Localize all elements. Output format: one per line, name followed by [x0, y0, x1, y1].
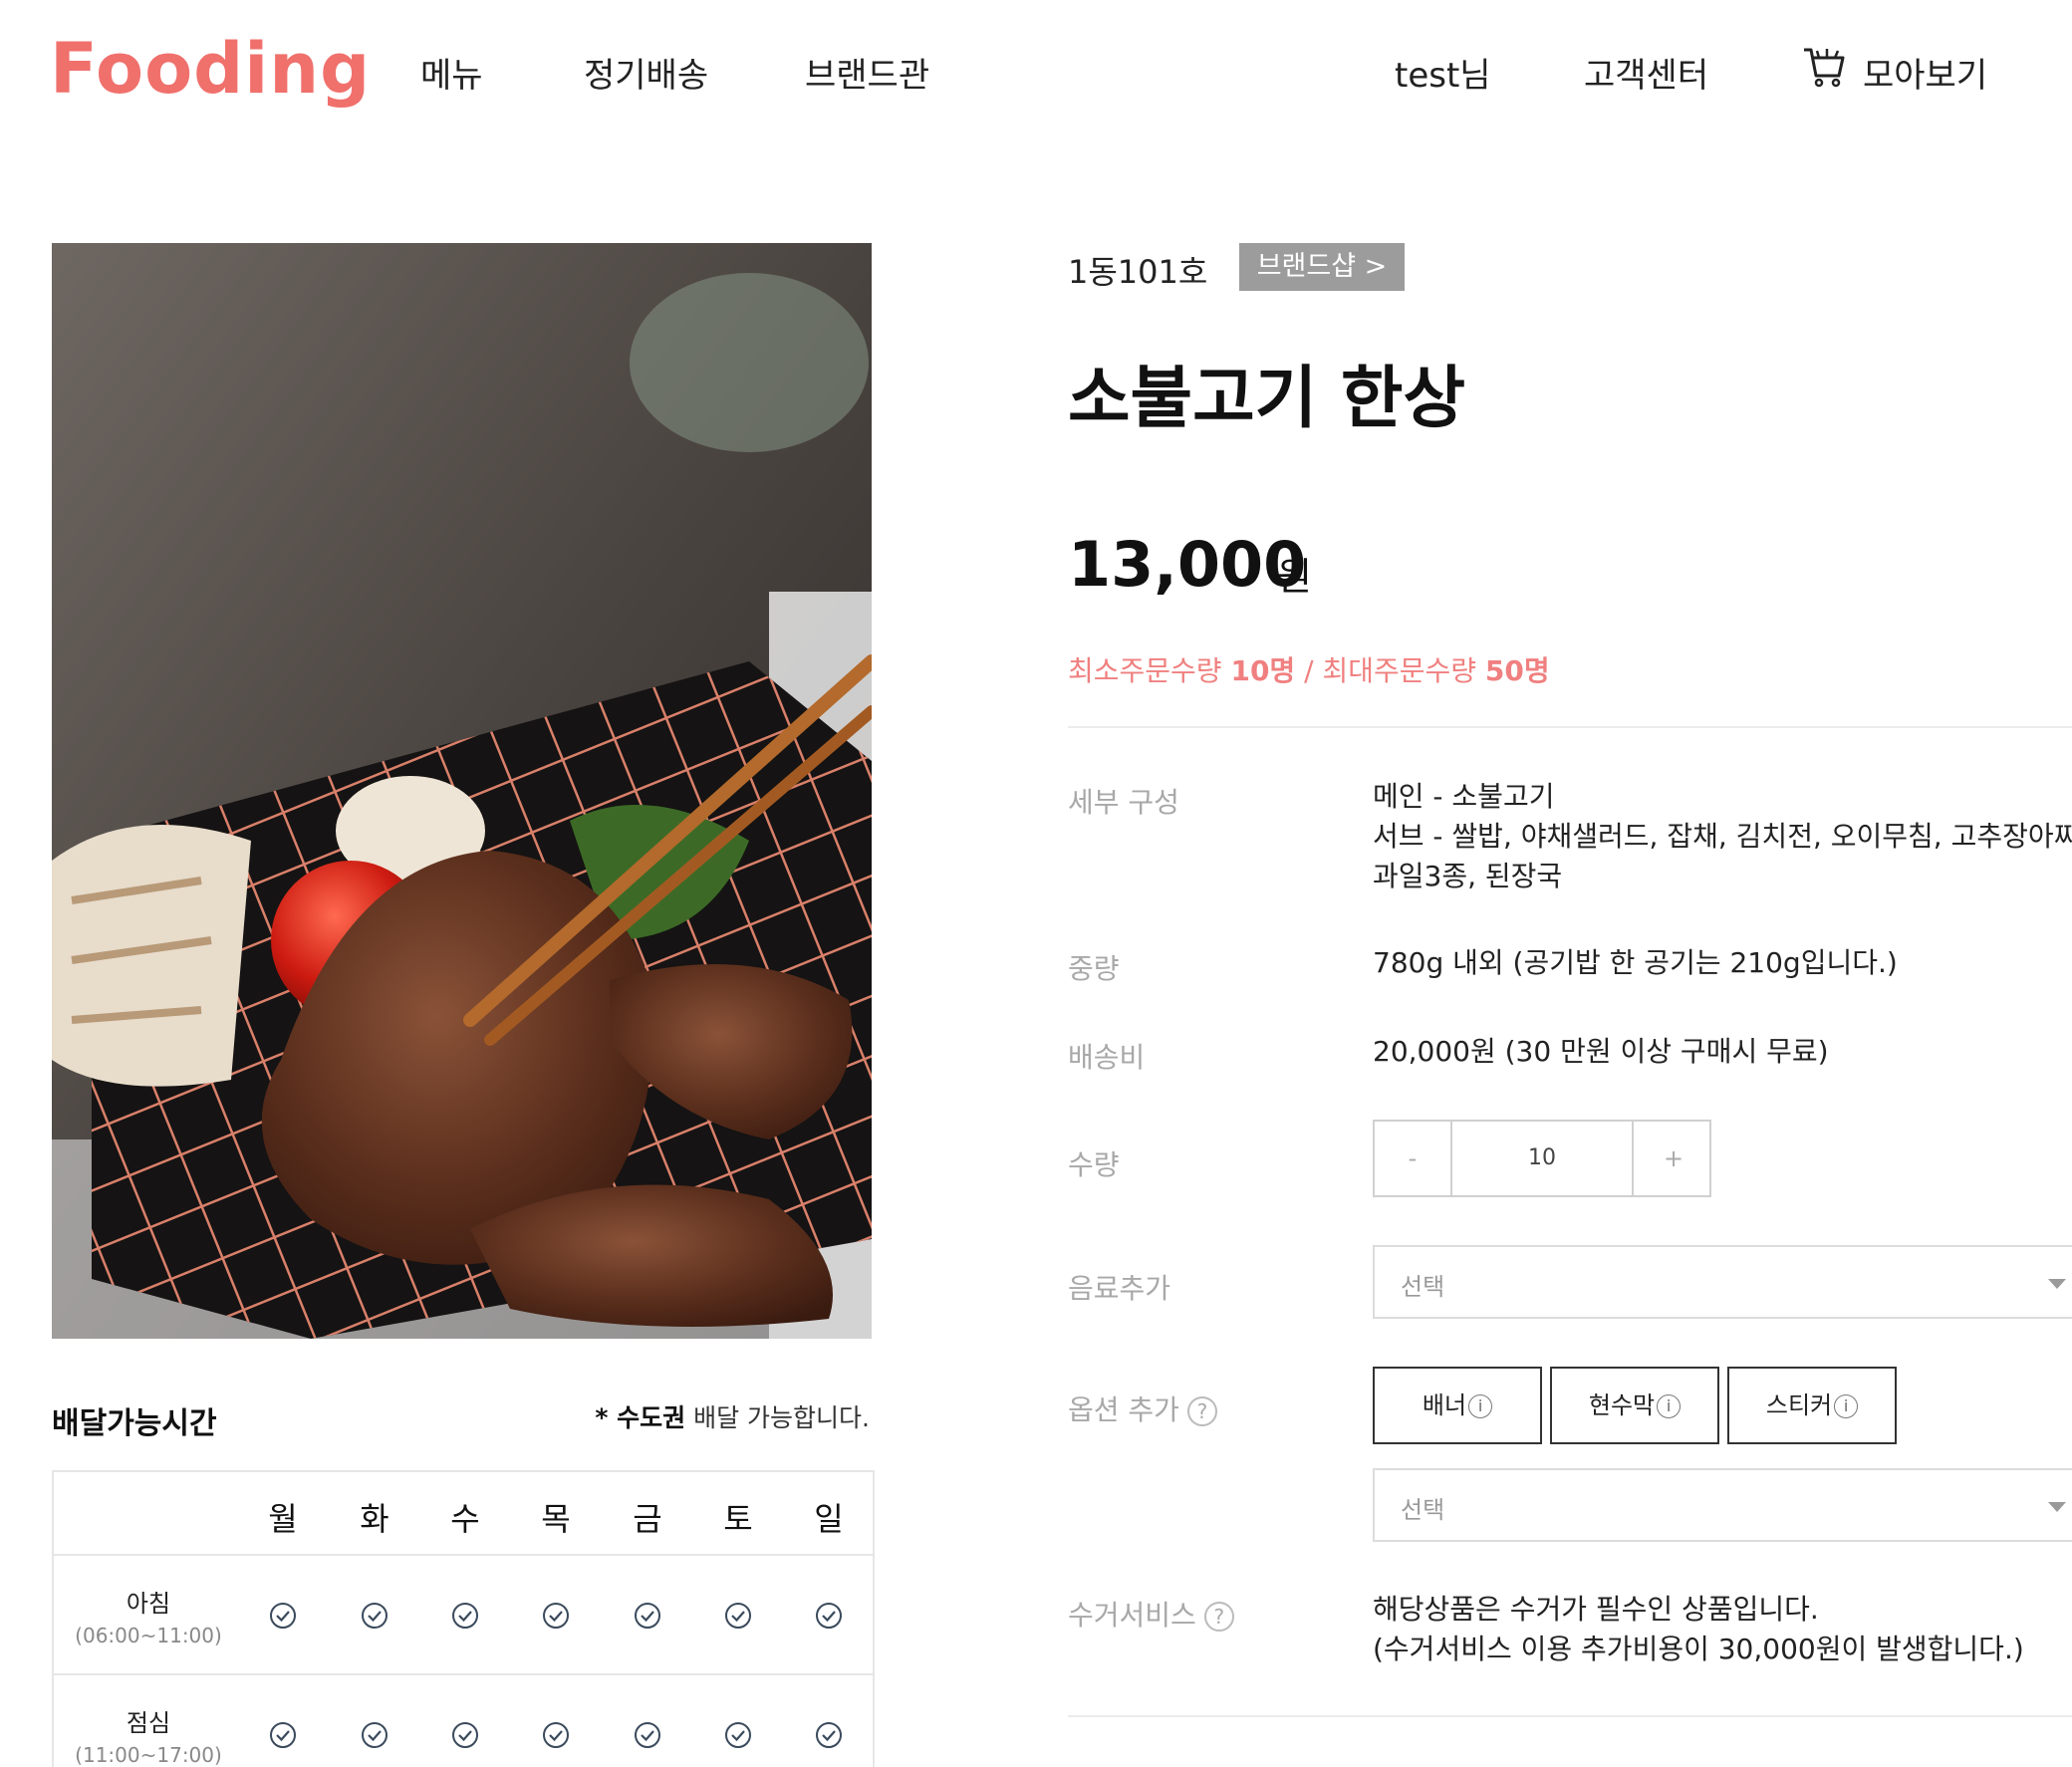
product-title: 소불고기 한상 — [1068, 360, 1466, 438]
check-circle-icon — [270, 1603, 296, 1629]
drink-select-placeholder: 선택 — [1401, 1273, 1445, 1301]
check-circle-icon — [816, 1603, 842, 1629]
delivery-note-star: * — [595, 1403, 618, 1432]
quantity-decrease-button[interactable]: - — [1375, 1122, 1450, 1195]
day-mon: 월 — [268, 1500, 298, 1538]
drink-label: 음료추가 — [1068, 1272, 1171, 1305]
check-circle-icon — [816, 1722, 842, 1748]
option-select-placeholder: 선택 — [1401, 1496, 1445, 1524]
nav-user[interactable]: test님 — [1395, 48, 1491, 97]
composition-line: 서브 - 쌀밥, 야채샐러드, 잡채, 김치전, 오이무침, 고추장아찌, — [1373, 820, 2072, 853]
order-limit: 최소주문수량 10명 / 최대주문수량 50명 — [1068, 649, 1550, 689]
divider — [1068, 726, 2072, 728]
info-icon[interactable]: i — [1834, 1394, 1859, 1418]
row-label: 점심 — [126, 1709, 171, 1737]
brand-shop-button[interactable]: 브랜드샵 > — [1239, 243, 1405, 291]
option-button-label: 현수막 — [1588, 1391, 1656, 1419]
day-sat: 토 — [723, 1500, 753, 1538]
schedule-header: 월 화 수 목 금 토 일 — [54, 1472, 873, 1556]
shipping-value: 20,000원 (30 만원 이상 구매시 무료) — [1373, 1035, 1829, 1068]
info-icon[interactable]: i — [1468, 1394, 1493, 1418]
weight-label: 중량 — [1068, 952, 1120, 985]
max-order-label: 최대주문수량 — [1322, 654, 1485, 687]
day-wed: 수 — [450, 1500, 480, 1538]
check-circle-icon — [543, 1603, 569, 1629]
quantity-increase-button[interactable]: + — [1636, 1122, 1711, 1195]
info-icon[interactable]: i — [1657, 1394, 1682, 1418]
option-placard-button[interactable]: 현수막 i — [1550, 1367, 1719, 1444]
weight-value: 780g 내외 (공기밥 한 공기는 210g입니다.) — [1373, 946, 1898, 979]
order-limit-separator: / — [1295, 654, 1323, 687]
quantity-stepper: - 10 + — [1373, 1120, 1711, 1197]
row-label: 아침 — [126, 1590, 171, 1618]
pickup-value: 해당상품은 수거가 필수인 상품입니다. (수거서비스 이용 추가비용이 30,… — [1373, 1590, 2024, 1669]
brand-unit-number: 1동101호 — [1068, 253, 1208, 291]
header: Fooding 메뉴 정기배송 브랜드관 test님 고객센터 모아보기 — [0, 0, 2072, 149]
check-circle-icon — [725, 1722, 751, 1748]
check-circle-icon — [452, 1603, 478, 1629]
divider — [1068, 1715, 2072, 1717]
pickup-label-text: 수거서비스 — [1068, 1599, 1196, 1632]
check-circle-icon — [362, 1603, 388, 1629]
nav-brand-hall[interactable]: 브랜드관 — [805, 48, 929, 97]
day-thu: 목 — [541, 1500, 571, 1538]
dropdown-arrow-icon — [2048, 1502, 2066, 1512]
row-time: (11:00~17:00) — [75, 1743, 222, 1767]
check-circle-icon — [543, 1722, 569, 1748]
check-circle-icon — [452, 1722, 478, 1748]
check-circle-icon — [362, 1722, 388, 1748]
dropdown-arrow-icon — [2048, 1279, 2066, 1289]
option-button-label: 배너 — [1422, 1391, 1467, 1419]
help-icon[interactable]: ? — [1203, 1602, 1234, 1632]
shipping-label: 배송비 — [1068, 1041, 1146, 1074]
pickup-label: 수거서비스? — [1068, 1594, 1234, 1634]
row-time: (06:00~11:00) — [75, 1624, 222, 1647]
option-banner-button[interactable]: 배너 i — [1373, 1367, 1542, 1444]
delivery-note: * 수도권 배달 가능합니다. — [595, 1398, 870, 1434]
day-fri: 금 — [633, 1500, 662, 1538]
composition-line: 메인 - 소불고기 — [1373, 780, 1555, 813]
min-order-label: 최소주문수량 — [1068, 654, 1231, 687]
product-photo — [52, 243, 872, 1339]
schedule-row-lunch: 점심 (11:00~17:00) — [54, 1675, 873, 1767]
nav-cart-label[interactable]: 모아보기 — [1863, 48, 1987, 97]
check-circle-icon — [635, 1722, 660, 1748]
pickup-line: (수거서비스 이용 추가비용이 30,000원이 발생합니다.) — [1373, 1633, 2024, 1665]
drink-select[interactable]: 선택 — [1373, 1245, 2072, 1319]
help-icon[interactable]: ? — [1186, 1396, 1217, 1426]
option-sticker-button[interactable]: 스티커 i — [1727, 1367, 1897, 1444]
cart-icon[interactable] — [1801, 44, 1847, 90]
nav-subscription[interactable]: 정기배송 — [584, 48, 708, 97]
check-circle-icon — [635, 1603, 660, 1629]
composition-line: 과일3종, 된장국 — [1373, 860, 1563, 892]
option-label-text: 옵션 추가 — [1068, 1393, 1179, 1426]
schedule-row-breakfast: 아침 (06:00~11:00) — [54, 1556, 873, 1675]
check-circle-icon — [725, 1603, 751, 1629]
min-order-value: 10명 — [1230, 654, 1296, 687]
logo[interactable]: Fooding — [50, 28, 371, 110]
delivery-note-rest: 배달 가능합니다. — [685, 1403, 870, 1432]
pickup-line: 해당상품은 수거가 필수인 상품입니다. — [1373, 1593, 1819, 1626]
price-unit: 원 — [1277, 555, 1312, 599]
max-order-value: 50명 — [1484, 654, 1550, 687]
product-price: 13,000 — [1068, 528, 1307, 601]
nav-customer-center[interactable]: 고객센터 — [1584, 48, 1708, 97]
option-button-label: 스티커 — [1765, 1391, 1833, 1419]
composition-label: 세부 구성 — [1068, 786, 1179, 819]
quantity-input[interactable]: 10 — [1450, 1122, 1634, 1195]
option-select[interactable]: 선택 — [1373, 1468, 2072, 1542]
quantity-label: 수량 — [1068, 1148, 1120, 1181]
delivery-schedule-table: 월 화 수 목 금 토 일 아침 (06:00~11:00) 점심 (11:00… — [52, 1470, 875, 1767]
delivery-note-region: 수도권 — [617, 1403, 686, 1432]
nav-menu[interactable]: 메뉴 — [420, 48, 483, 97]
option-label: 옵션 추가? — [1068, 1388, 1217, 1428]
day-tue: 화 — [360, 1500, 389, 1538]
delivery-title: 배달가능시간 — [52, 1406, 217, 1441]
day-sun: 일 — [814, 1500, 844, 1538]
check-circle-icon — [270, 1722, 296, 1748]
composition-value: 메인 - 소불고기 서브 - 쌀밥, 야채샐러드, 잡채, 김치전, 오이무침,… — [1373, 777, 2072, 896]
